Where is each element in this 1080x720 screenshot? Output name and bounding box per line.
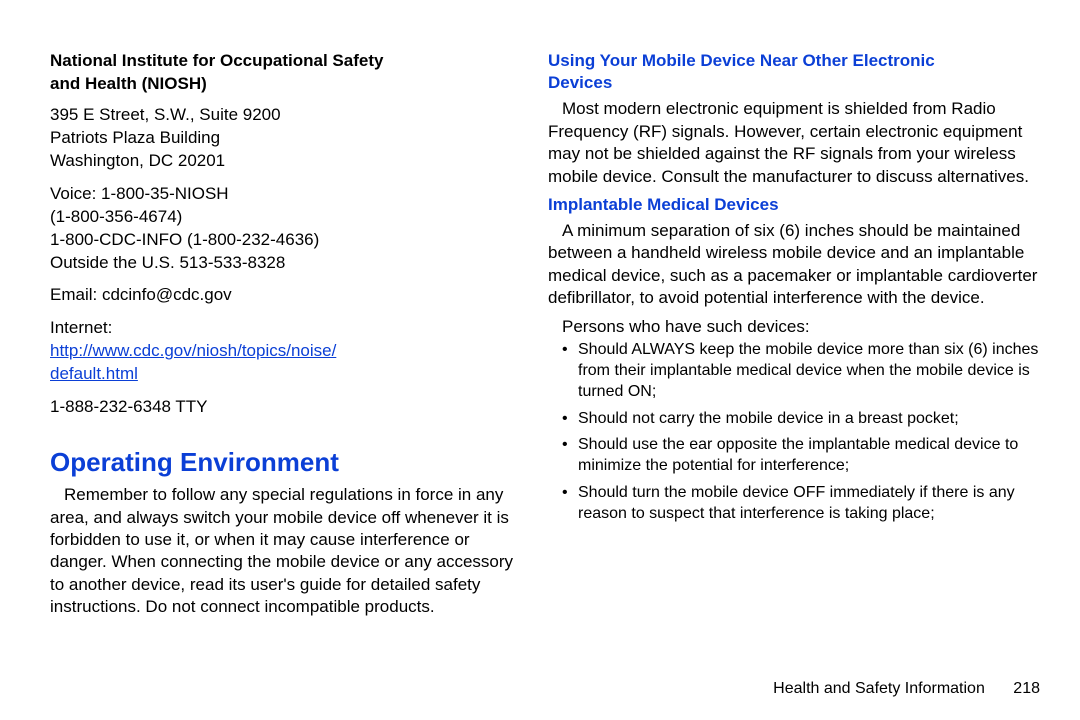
address-line: 395 E Street, S.W., Suite 9200 [50, 104, 520, 127]
email-line: Email: cdcinfo@cdc.gov [50, 284, 520, 307]
internet-label: Internet: [50, 317, 520, 340]
page-number: 218 [1013, 680, 1040, 698]
address-line: Patriots Plaza Building [50, 127, 520, 150]
left-column: National Institute for Occupational Safe… [50, 50, 520, 700]
footer-label: Health and Safety Information [773, 680, 985, 697]
org-title-line2: and Health (NIOSH) [50, 74, 207, 93]
voice-block: Voice: 1-800-35-NIOSH (1-800-356-4674) 1… [50, 183, 520, 275]
internet-block: Internet: http://www.cdc.gov/niosh/topic… [50, 317, 520, 386]
right-column: Using Your Mobile Device Near Other Elec… [548, 50, 1052, 700]
subheading-electronic-devices: Using Your Mobile Device Near Other Elec… [548, 50, 1052, 94]
list-item: Should use the ear opposite the implanta… [562, 435, 1052, 477]
list-item: Should turn the mobile device OFF immedi… [562, 483, 1052, 525]
voice-line: 1-800-CDC-INFO (1-800-232-4636) [50, 229, 520, 252]
address-line: Washington, DC 20201 [50, 150, 520, 173]
paragraph: Most modern electronic equipment is shie… [548, 98, 1052, 188]
page-footer: Health and Safety Information 218 [773, 680, 1040, 698]
tty-line: 1-888-232-6348 TTY [50, 396, 520, 419]
paragraph-intro-list: Persons who have such devices: [548, 316, 1052, 338]
org-title: National Institute for Occupational Safe… [50, 50, 520, 96]
voice-line: Outside the U.S. 513-533-8328 [50, 252, 520, 275]
voice-line: Voice: 1-800-35-NIOSH [50, 183, 520, 206]
list-item: Should ALWAYS keep the mobile device mor… [562, 340, 1052, 402]
list-item: Should not carry the mobile device in a … [562, 409, 1052, 430]
internet-link[interactable]: http://www.cdc.gov/niosh/topics/noise/de… [50, 341, 336, 383]
address-block: 395 E Street, S.W., Suite 9200 Patriots … [50, 104, 520, 173]
section-paragraph: Remember to follow any special regulatio… [50, 484, 520, 619]
bullet-list: Should ALWAYS keep the mobile device mor… [548, 340, 1052, 530]
subheading-implantable-devices: Implantable Medical Devices [548, 194, 1052, 216]
paragraph: A minimum separation of six (6) inches s… [548, 220, 1052, 310]
section-heading-operating-environment: Operating Environment [50, 447, 520, 478]
tty-block: 1-888-232-6348 TTY [50, 396, 520, 419]
document-page: National Institute for Occupational Safe… [0, 0, 1080, 720]
voice-line: (1-800-356-4674) [50, 206, 520, 229]
org-title-line1: National Institute for Occupational Safe… [50, 51, 383, 70]
email-block: Email: cdcinfo@cdc.gov [50, 284, 520, 307]
